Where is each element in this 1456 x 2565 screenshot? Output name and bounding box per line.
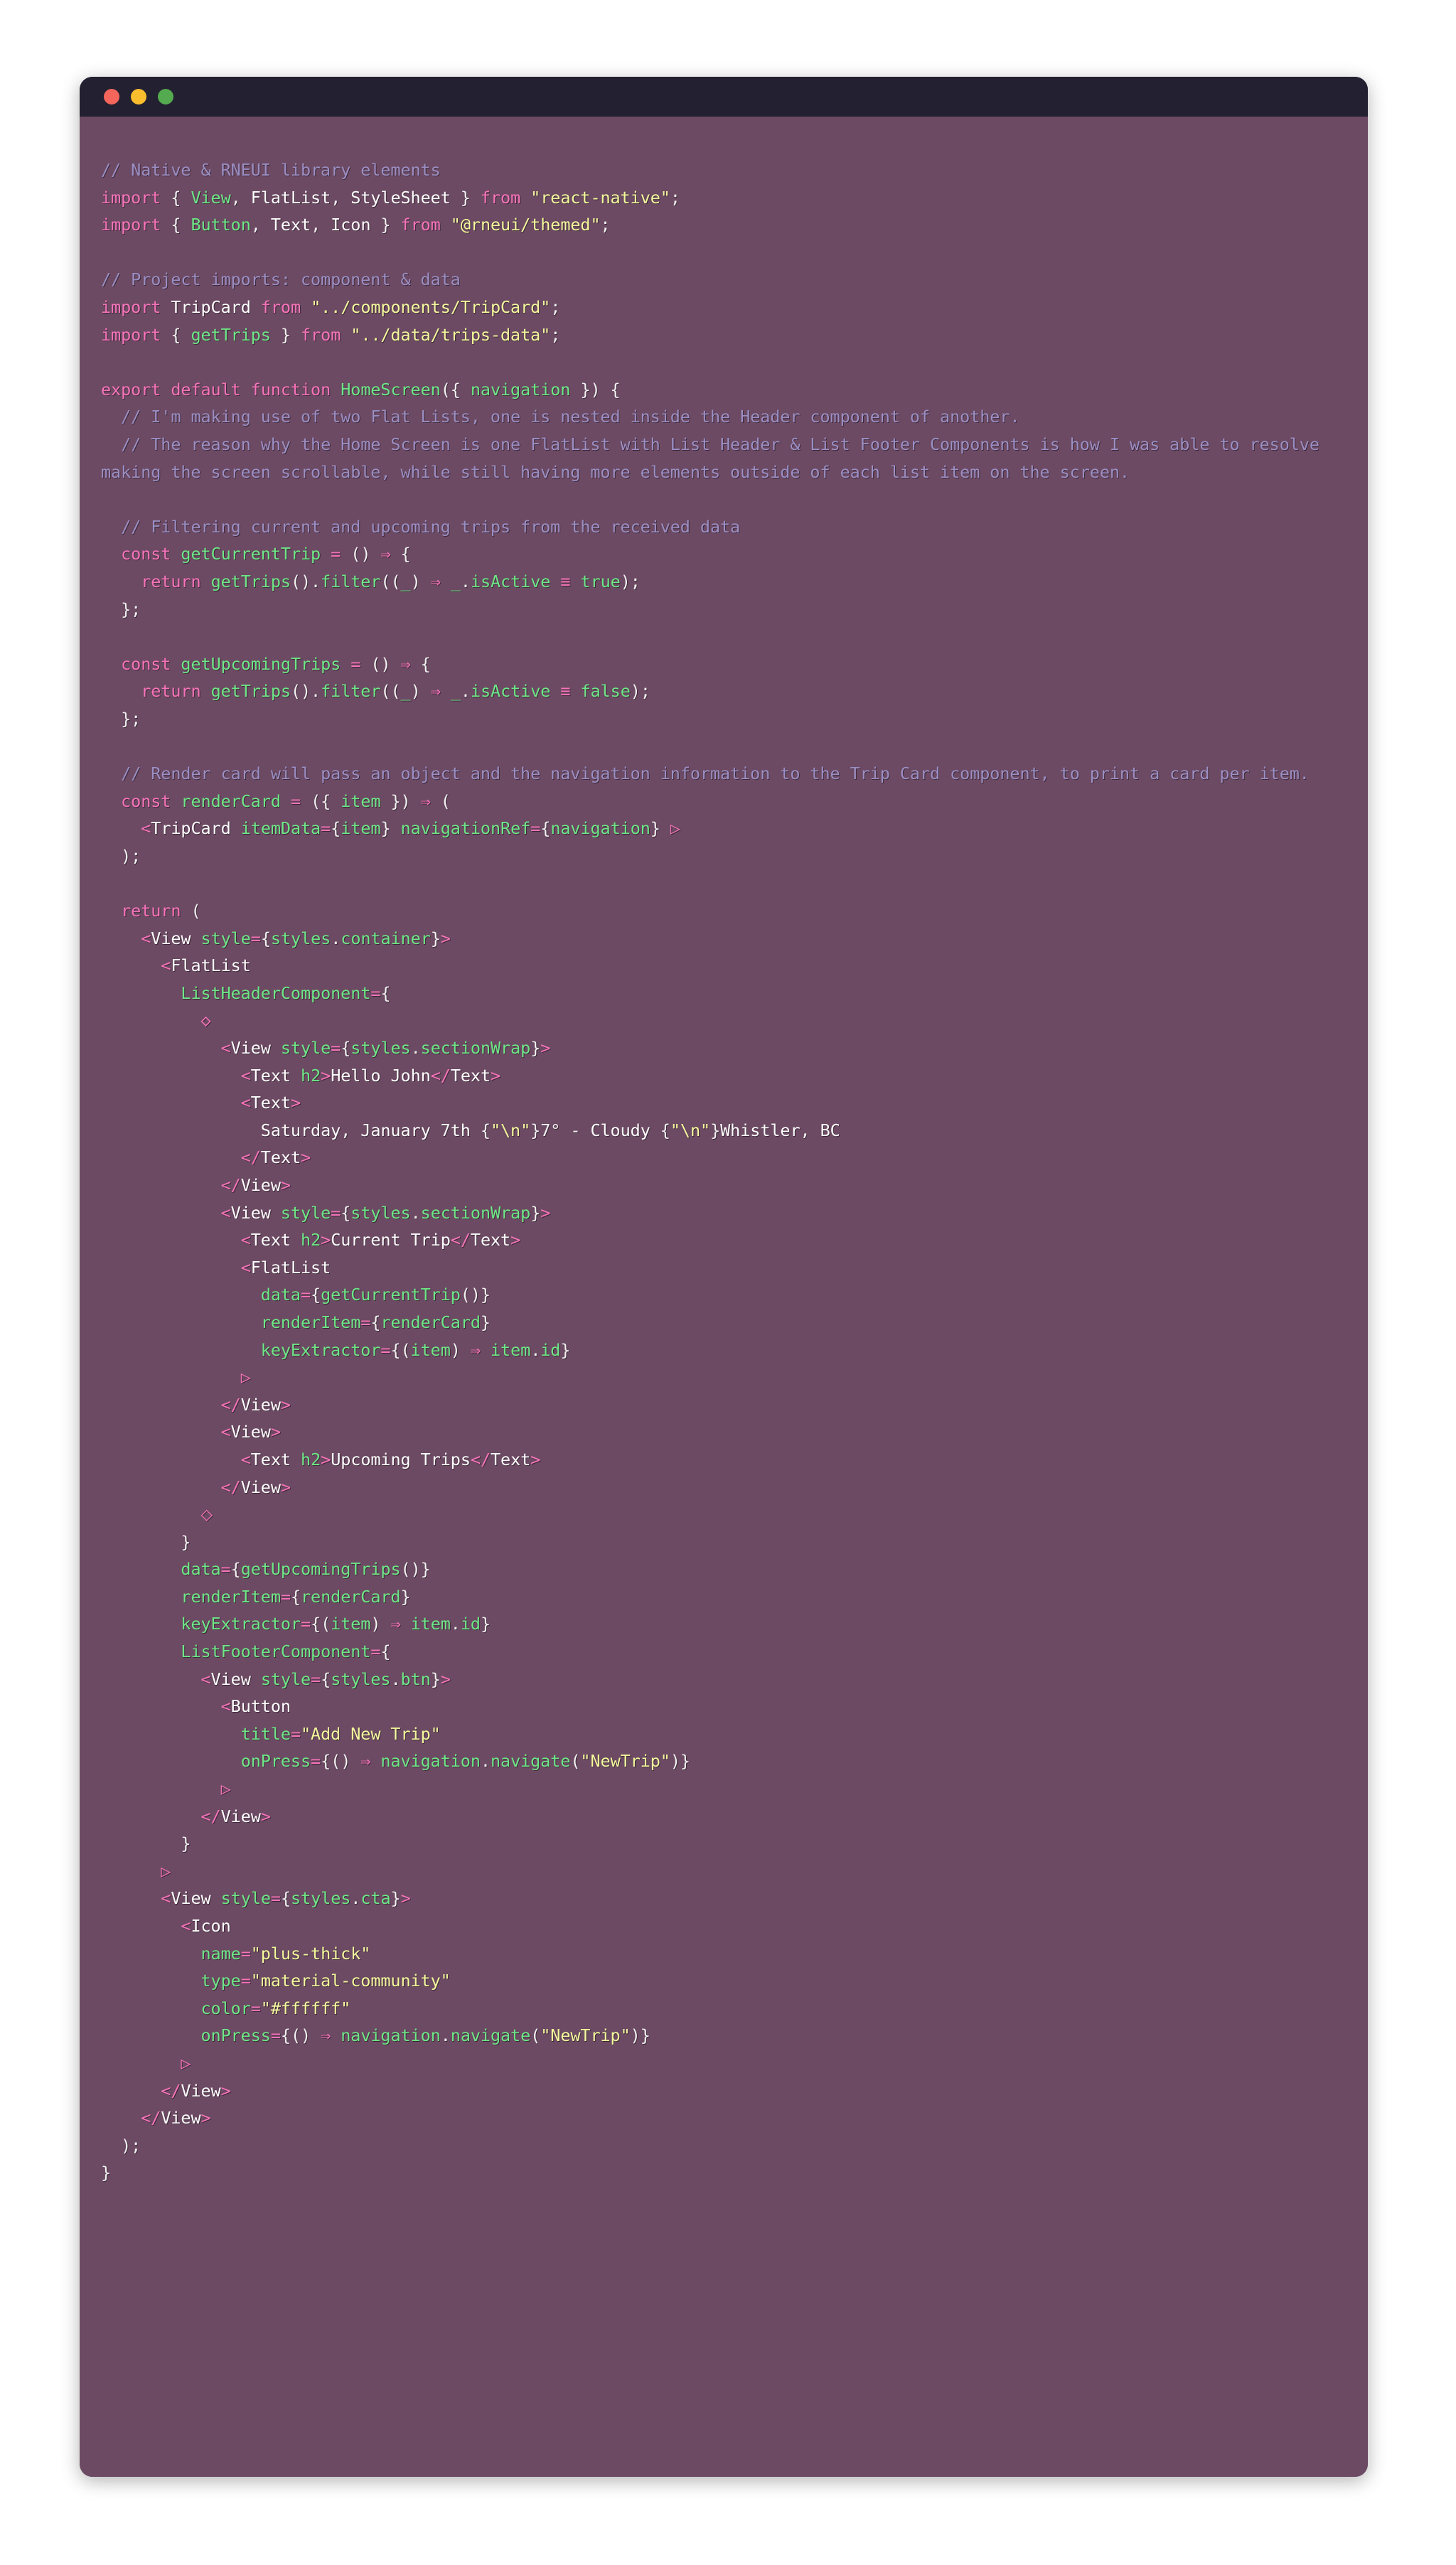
source-code-block: // Native & RNEUI library elements impor…	[101, 160, 1329, 2183]
window-titlebar	[80, 77, 1368, 117]
code-editor-area[interactable]: // Native & RNEUI library elements impor…	[80, 117, 1368, 2477]
close-button[interactable]	[104, 89, 119, 105]
screenshot-root: // Native & RNEUI library elements impor…	[0, 0, 1456, 2565]
minimize-button[interactable]	[131, 89, 146, 105]
maximize-button[interactable]	[158, 89, 173, 105]
code-window: // Native & RNEUI library elements impor…	[80, 77, 1368, 2477]
